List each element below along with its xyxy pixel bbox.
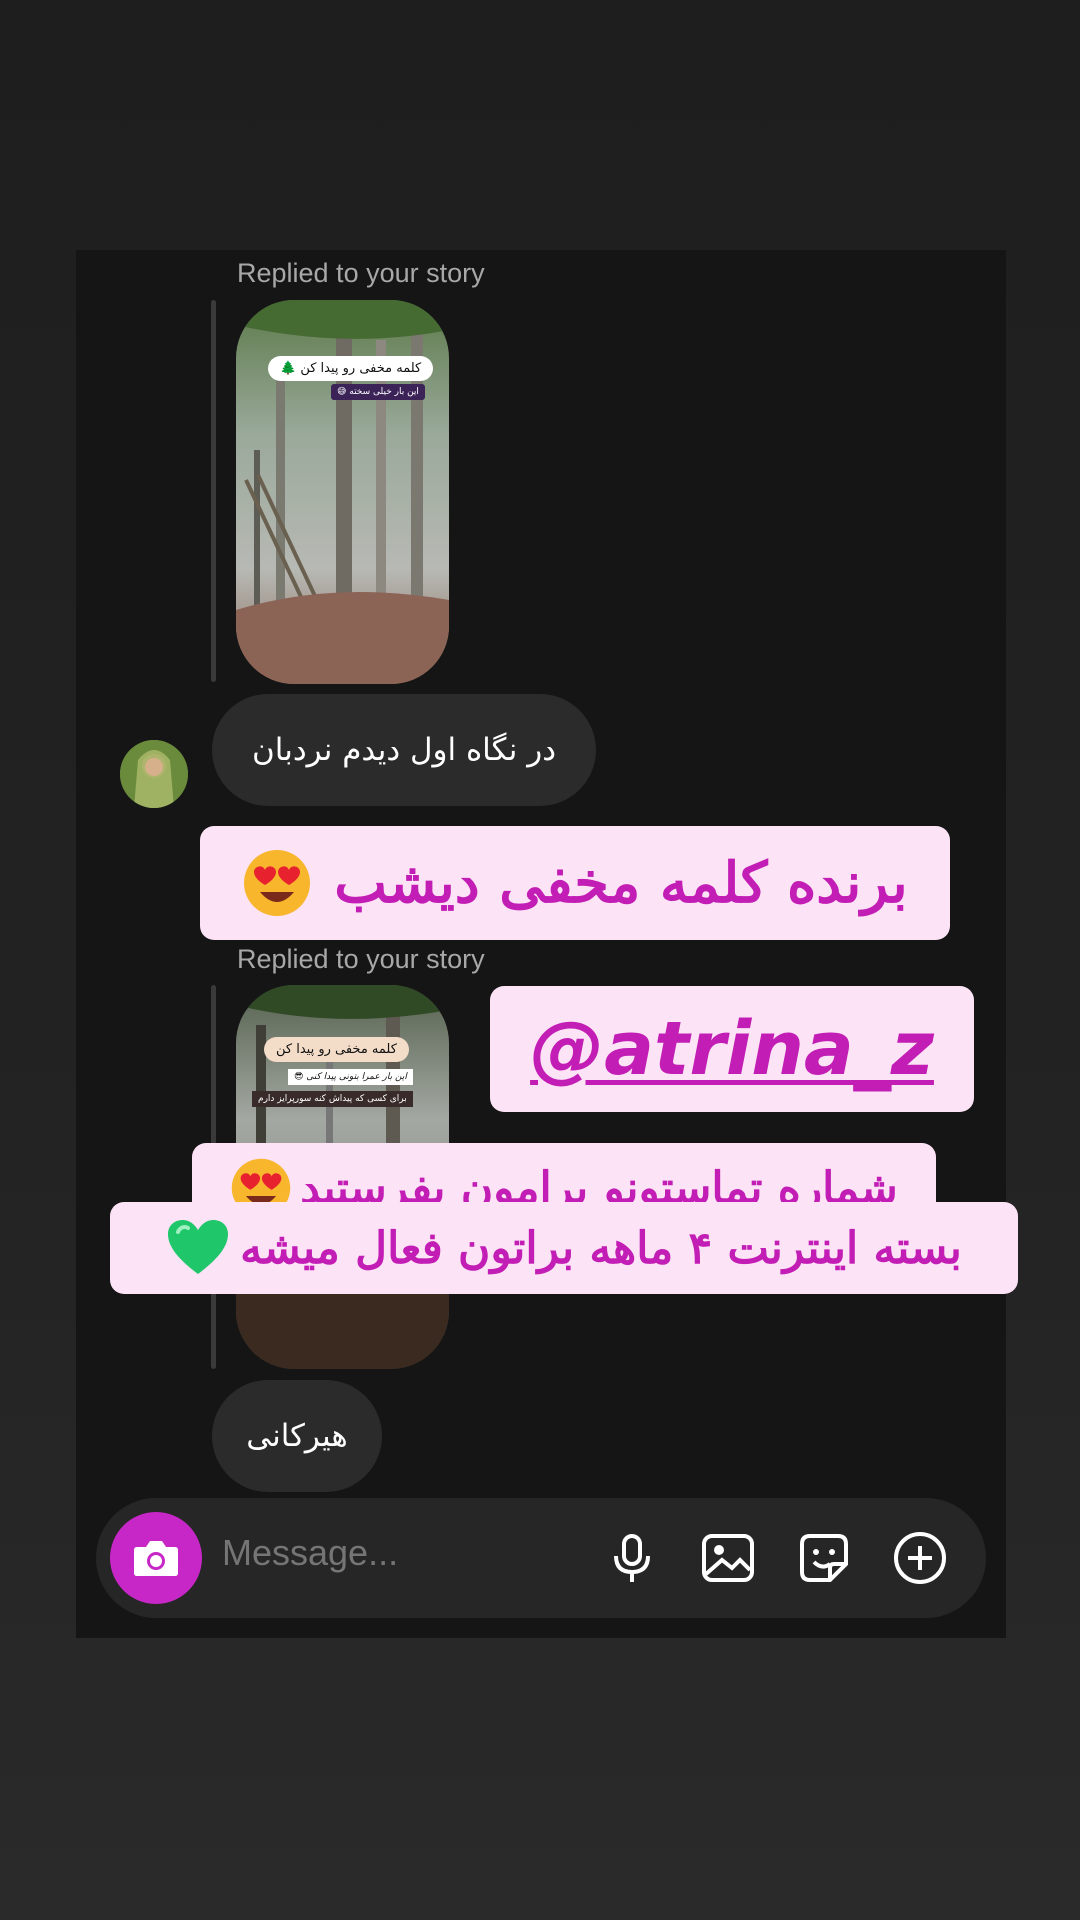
avatar-image <box>120 740 188 808</box>
green-heart-icon <box>166 1218 230 1278</box>
story-subtitle-sticker: این بار عمرا بتونی پیدا کنی 😎 <box>288 1069 413 1085</box>
replied-to-story-label: Replied to your story <box>237 258 485 288</box>
story-subtitle-tag: این بار خیلی سخته 😅 <box>331 384 425 400</box>
winner-text: برنده کلمه مخفی دیشب <box>334 850 908 916</box>
message-text: در نگاه اول دیدم نردبان <box>252 732 557 768</box>
replied-to-story-label: Replied to your story <box>237 944 485 974</box>
gallery-icon[interactable] <box>700 1530 756 1586</box>
heart-eyes-emoji-icon <box>242 848 312 918</box>
winner-caption: برنده کلمه مخفی دیشب <box>200 826 950 940</box>
story-title-sticker: کلمه مخفی رو پیدا کن <box>264 1037 409 1062</box>
message-bubble[interactable]: در نگاه اول دیدم نردبان <box>212 694 596 806</box>
story-thumbnail[interactable]: کلمه مخفی رو پیدا کن 🌲 این بار خیلی سخته… <box>236 300 449 684</box>
story-title-sticker: کلمه مخفی رو پیدا کن 🌲 <box>268 356 434 381</box>
message-composer <box>96 1498 986 1618</box>
mention-text: @atrina_z <box>530 1006 934 1092</box>
add-icon[interactable] <box>892 1530 948 1586</box>
message-text: هیرکانی <box>246 1418 348 1454</box>
reply-thread-bar <box>211 300 216 682</box>
avatar[interactable] <box>120 740 188 808</box>
microphone-icon[interactable] <box>604 1530 660 1586</box>
message-bubble[interactable]: هیرکانی <box>212 1380 382 1492</box>
story-tag: برای کسی که پیداش کنه سورپرایز دارم <box>252 1091 413 1107</box>
mention-sticker[interactable]: @atrina_z <box>490 986 974 1112</box>
sticker-icon[interactable] <box>796 1530 852 1586</box>
caption-line-2: بسته اینترنت ۴ ماهه براتون فعال میشه <box>110 1202 1018 1294</box>
caption-line-2-text: بسته اینترنت ۴ ماهه براتون فعال میشه <box>240 1222 962 1274</box>
message-input[interactable] <box>222 1532 582 1574</box>
camera-icon <box>134 1541 178 1576</box>
camera-button[interactable] <box>110 1512 202 1604</box>
